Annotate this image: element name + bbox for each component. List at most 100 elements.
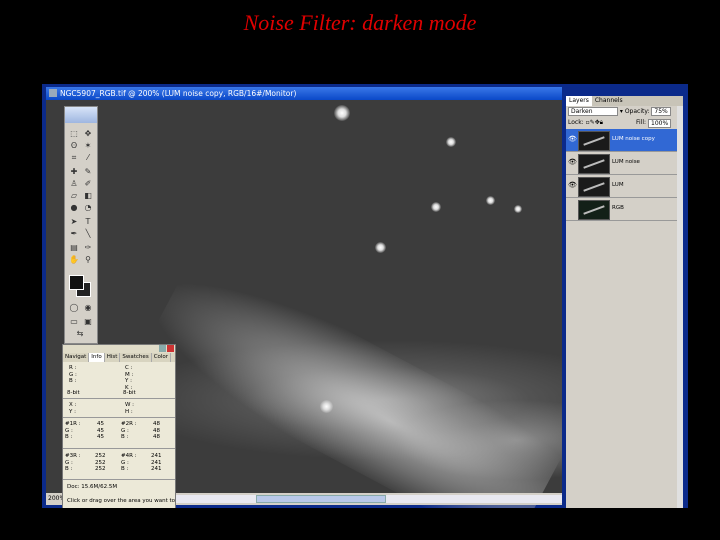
move-tool-icon[interactable]: ✥ xyxy=(82,129,94,139)
opacity-field[interactable]: 75% xyxy=(651,107,671,116)
zoom-tool-icon[interactable]: ⚲ xyxy=(82,255,94,265)
fullscreen-mode-icon[interactable]: ▣ xyxy=(82,317,94,327)
sampler-1-values: 45 45 45 xyxy=(97,421,104,440)
bit-depth-right: 8-bit xyxy=(123,390,136,396)
tab-info[interactable]: Info xyxy=(89,353,105,362)
visibility-toggle[interactable] xyxy=(568,204,576,212)
line-tool-icon[interactable]: ╲ xyxy=(82,229,94,239)
xy-labels: X : Y : xyxy=(69,402,77,415)
tab-swatches[interactable]: Swatches xyxy=(120,353,152,362)
layer-item-lum-noise[interactable]: 👁︎ LUM noise xyxy=(566,152,683,175)
bit-depth-left: 8-bit xyxy=(67,390,80,396)
brush-tool-icon[interactable]: ✎ xyxy=(82,167,94,177)
lock-fill-row: Lock: ▫✎✥🔒︎ Fill: 100% xyxy=(566,117,683,128)
star xyxy=(334,105,350,121)
sampler-2-labels: #2R : G : B : xyxy=(121,421,137,440)
marquee-tool-icon[interactable]: ⬚ xyxy=(68,129,80,139)
color-sampler-1-2: #1R : G : B : 45 45 45 #2R : G : B : 48 … xyxy=(63,418,175,449)
slice-tool-icon[interactable]: ⁄ xyxy=(82,153,94,163)
hand-tool-icon[interactable]: ✋ xyxy=(68,255,80,265)
magic-wand-tool-icon[interactable]: ✶ xyxy=(82,141,94,151)
toolbox: ⬚ ✥ ʘ ✶ ⌗ ⁄ ✚ ✎ ♙ ✐ ▱ ◧ ● ◔ ➤ T ✒ ╲ ▤ ✑ … xyxy=(64,106,98,344)
tab-channels[interactable]: Channels xyxy=(592,96,626,106)
horizontal-scrollbar[interactable] xyxy=(176,495,562,503)
eye-icon[interactable]: 👁︎ xyxy=(568,181,577,189)
eye-icon[interactable]: 👁︎ xyxy=(568,158,577,166)
star xyxy=(486,196,495,205)
app-icon xyxy=(49,89,57,97)
close-icon[interactable] xyxy=(167,345,174,352)
sampler-2-values: 48 48 48 xyxy=(153,421,160,440)
sampler-1-labels: #1R : G : B : xyxy=(65,421,81,440)
layer-thumbnail xyxy=(578,177,610,197)
layer-name: LUM noise xyxy=(612,159,640,165)
info-palette-titlebar[interactable] xyxy=(63,345,175,353)
rgb-labels: R : G : B : xyxy=(69,365,77,384)
fill-label: Fill: xyxy=(636,119,647,126)
lock-all-icon[interactable]: 🔒︎ xyxy=(600,119,603,126)
layer-thumbnail xyxy=(578,154,610,174)
info-color-readout: R : G : B : C : M : Y : K : 8-bit 8-bit xyxy=(63,362,175,399)
screen-mode-icon[interactable]: ▭ xyxy=(68,317,80,327)
slide-title: Noise Filter: darken mode xyxy=(243,10,477,35)
star xyxy=(514,205,522,213)
dodge-tool-icon[interactable]: ◔ xyxy=(82,203,94,213)
layer-item-lum-noise-copy[interactable]: 👁︎ LUM noise copy xyxy=(566,129,683,152)
layers-palette-tabs: Layers Channels xyxy=(566,96,683,106)
fill-field[interactable]: 100% xyxy=(648,119,672,128)
tab-histogram[interactable]: Hist xyxy=(105,353,121,362)
star xyxy=(431,202,441,212)
sampler-3-values: 252 252 252 xyxy=(95,453,106,472)
sampler-4-labels: #4R : G : B : xyxy=(121,453,137,472)
chevron-down-icon[interactable]: ▾ xyxy=(618,108,625,115)
star xyxy=(446,137,456,147)
info-palette: Navigat Info Hist Swatches Color R : G : B :… xyxy=(62,344,176,508)
stamp-tool-icon[interactable]: ♙ xyxy=(68,179,80,189)
healing-brush-tool-icon[interactable]: ✚ xyxy=(68,167,80,177)
pen-tool-icon[interactable]: ✒ xyxy=(68,229,80,239)
toolbox-header[interactable] xyxy=(65,107,97,123)
history-brush-tool-icon[interactable]: ✐ xyxy=(82,179,94,189)
layer-name: LUM xyxy=(612,182,624,188)
standard-mode-icon[interactable]: ◉ xyxy=(82,303,94,313)
sampler-3-labels: #3R : G : B : xyxy=(65,453,81,472)
lock-label: Lock: xyxy=(568,119,584,126)
info-footer: Doc: 15.6M/62.5M Click or drag over the … xyxy=(63,480,175,508)
star xyxy=(375,242,386,253)
color-sampler-3-4: #3R : G : B : 252 252 252 #4R : G : B : … xyxy=(63,449,175,480)
blur-tool-icon[interactable]: ● xyxy=(68,203,80,213)
star xyxy=(320,400,333,413)
crop-tool-icon[interactable]: ⌗ xyxy=(68,153,80,163)
galaxy-image xyxy=(139,250,567,508)
blend-mode-select[interactable]: Darken xyxy=(568,107,618,116)
scrollbar-thumb[interactable] xyxy=(256,495,386,503)
layer-name: LUM noise copy xyxy=(612,136,655,142)
layer-thumbnail xyxy=(578,131,610,151)
tab-layers[interactable]: Layers xyxy=(566,96,592,106)
eraser-tool-icon[interactable]: ▱ xyxy=(68,191,80,201)
quick-mask-icon[interactable]: ◯ xyxy=(68,303,80,313)
blend-opacity-row: Darken ▾ Opacity: 75% xyxy=(566,106,683,117)
layer-thumbnail xyxy=(578,200,610,220)
lasso-tool-icon[interactable]: ʘ xyxy=(68,141,80,151)
minimize-icon[interactable] xyxy=(159,345,166,352)
gradient-tool-icon[interactable]: ◧ xyxy=(82,191,94,201)
jump-to-imageready-icon[interactable]: ⇆ xyxy=(74,329,86,339)
layer-name: RGB xyxy=(612,205,624,211)
path-select-tool-icon[interactable]: ➤ xyxy=(68,217,80,227)
type-tool-icon[interactable]: T xyxy=(82,217,94,227)
eyedropper-tool-icon[interactable]: ✑ xyxy=(82,243,94,253)
foreground-color-swatch[interactable] xyxy=(69,275,84,290)
eye-icon[interactable]: 👁︎ xyxy=(568,135,577,143)
document-titlebar[interactable]: NGC5907_RGB.tif @ 200% (LUM noise copy, … xyxy=(46,87,562,100)
layer-item-rgb[interactable]: RGB xyxy=(566,198,683,221)
tab-color[interactable]: Color xyxy=(152,353,172,362)
document-title: NGC5907_RGB.tif @ 200% (LUM noise copy, … xyxy=(60,89,297,98)
layer-item-lum[interactable]: 👁︎ LUM xyxy=(566,175,683,198)
tab-navigator[interactable]: Navigat xyxy=(63,353,90,362)
cmyk-labels: C : M : Y : K : xyxy=(125,365,134,391)
notes-tool-icon[interactable]: ▤ xyxy=(68,243,80,253)
sampler-4-values: 241 241 241 xyxy=(151,453,162,472)
desktop-edge xyxy=(683,84,688,508)
info-tabs: Navigat Info Hist Swatches Color xyxy=(63,353,175,362)
